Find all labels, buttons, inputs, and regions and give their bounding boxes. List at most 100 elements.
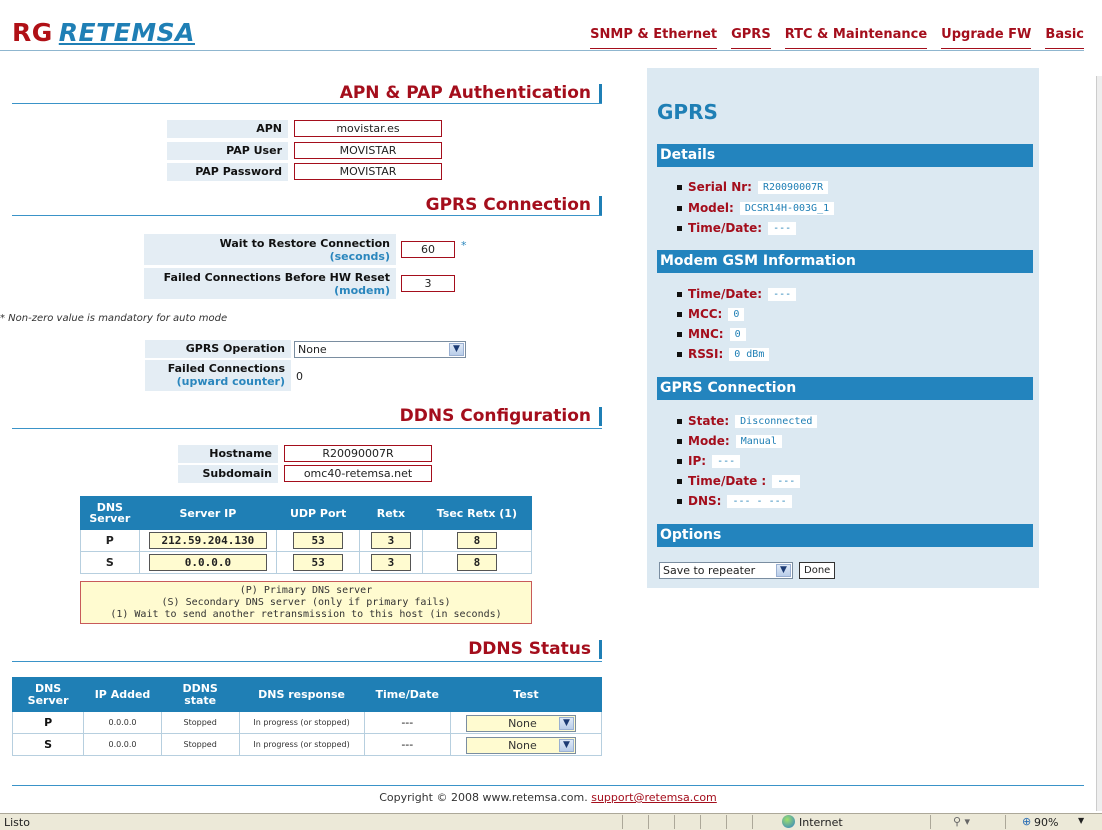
dns-server-table: DNS Server Server IP UDP Port Retx Tsec … — [80, 496, 533, 574]
modem-rssi: RSSI: 0 dBm — [677, 347, 770, 361]
bullet-icon — [677, 225, 682, 231]
status-divider — [622, 815, 623, 829]
note-primary: (P) Primary DNS server — [239, 585, 373, 596]
gprs-info-panel: GPRS Details Serial Nr: R20090007R Model:… — [647, 68, 1039, 588]
hostname-label: Hostname — [178, 445, 278, 463]
connection-bar: GPRS Connection — [657, 377, 1033, 400]
modem-time-label: Time/Date: — [688, 287, 763, 301]
browser-status-bar: Listo Internet ⚲ ▾ ⊕ 90% ▼ — [0, 813, 1102, 830]
bullet-icon — [677, 478, 682, 484]
note-secondary: (S) Secondary DNS server (only if primar… — [161, 597, 451, 608]
zoom-level[interactable]: 90% — [1034, 816, 1058, 829]
status-divider — [930, 815, 931, 829]
failed-reset-label: Failed Connections Before HW Reset (mode… — [144, 268, 396, 299]
pap-password-label: PAP Password — [167, 163, 288, 181]
nav-snmp-ethernet[interactable]: SNMP & Ethernet — [590, 27, 718, 49]
tsec-input-s[interactable]: 8 — [456, 554, 497, 571]
nav-gprs[interactable]: GPRS — [731, 27, 771, 49]
status-response-p: In progress (or stopped) — [238, 711, 365, 734]
status-text: Listo — [4, 816, 30, 829]
wait-restore-text: Wait to Restore Connection — [219, 237, 390, 250]
modem-bar: Modem GSM Information — [657, 250, 1033, 273]
chevron-down-icon: ▼ — [449, 343, 464, 356]
conn-ip: IP: --- — [677, 454, 741, 468]
time-value: --- — [768, 221, 797, 235]
mnc-label: MNC: — [688, 327, 724, 341]
serial-label: Serial Nr: — [688, 180, 752, 194]
failed-connections-text: Failed Connections — [167, 362, 285, 375]
rssi-label: RSSI: — [688, 347, 724, 361]
pap-password-input[interactable]: MOVISTAR — [294, 163, 442, 180]
status-server-p: P — [11, 711, 85, 734]
pap-user-input[interactable]: MOVISTAR — [294, 142, 442, 159]
retx-input-p[interactable]: 3 — [370, 532, 411, 549]
rssi-value: 0 dBm — [729, 347, 770, 361]
conn-mode: Mode: Manual — [677, 434, 782, 448]
page-scrollbar[interactable] — [1096, 76, 1102, 811]
support-email-link[interactable]: support@retemsa.com — [591, 791, 717, 804]
udp-port-input-p[interactable]: 53 — [293, 532, 344, 549]
status-time-p: --- — [363, 711, 451, 734]
col-ddns-state: DDNS state — [160, 677, 240, 712]
test-select-s[interactable]: None ▼ — [465, 737, 576, 754]
ddns-section-title: DDNS Configuration — [400, 407, 602, 426]
done-button[interactable]: Done — [799, 562, 836, 579]
modem-mcc: MCC: 0 — [677, 307, 745, 321]
col-dns-response: DNS response — [238, 677, 365, 712]
time-label: Time/Date: — [688, 221, 763, 235]
dns-server-s: S — [80, 551, 140, 574]
options-select[interactable]: Save to repeater ▼ — [659, 562, 793, 579]
bullet-icon — [677, 351, 682, 357]
nav-basic[interactable]: Basic — [1045, 27, 1084, 49]
bullet-icon — [677, 418, 682, 424]
detail-time: Time/Date: --- — [677, 221, 797, 235]
subdomain-input[interactable]: omc40-retemsa.net — [284, 465, 432, 482]
failed-reset-input[interactable]: 3 — [401, 275, 455, 292]
retx-input-s[interactable]: 3 — [370, 554, 411, 571]
bullet-icon — [677, 205, 682, 211]
col-tsec-retx: Tsec Retx (1) — [421, 496, 533, 530]
gprs-operation-value: None — [298, 343, 327, 356]
footer-divider — [12, 785, 1084, 786]
logo-brand: RETEMSA — [58, 18, 195, 47]
hostname-input[interactable]: R20090007R — [284, 445, 432, 462]
mcc-label: MCC: — [688, 307, 723, 321]
retemsa-logo[interactable]: RG RETEMSA — [12, 18, 195, 47]
nav-upgrade-fw[interactable]: Upgrade FW — [941, 27, 1032, 49]
test-select-p[interactable]: None ▼ — [465, 715, 576, 732]
ip-label: IP: — [688, 454, 707, 468]
apn-input[interactable]: movistar.es — [294, 120, 442, 137]
mnc-value: 0 — [729, 327, 746, 341]
server-ip-input-s[interactable]: 0.0.0.0 — [148, 554, 267, 571]
failed-reset-unit: (modem) — [334, 284, 390, 297]
dns-label: DNS: — [688, 494, 722, 508]
col-time-date: Time/Date — [363, 677, 451, 712]
ddns-status-section-header: DDNS Status — [12, 640, 602, 662]
status-divider — [1005, 815, 1006, 829]
conn-time-value: --- — [772, 474, 801, 488]
dns-value: --- - --- — [727, 494, 792, 508]
status-ip-p: 0.0.0.0 — [83, 711, 162, 734]
server-ip-input-p[interactable]: 212.59.204.130 — [148, 532, 267, 549]
state-value: Disconnected — [735, 414, 818, 428]
logo-rg: RG — [12, 18, 53, 47]
security-icon[interactable]: ⚲ ▾ — [953, 815, 970, 828]
nav-rtc-maintenance[interactable]: RTC & Maintenance — [784, 27, 928, 49]
gprs-operation-label: GPRS Operation — [145, 340, 291, 358]
mandatory-note: * Non-zero value is mandatory for auto m… — [0, 313, 228, 324]
col-server-ip: Server IP — [138, 496, 278, 530]
mandatory-mark: * — [461, 239, 467, 252]
wait-restore-input[interactable]: 60 — [401, 241, 455, 258]
zoom-dropdown-icon[interactable]: ▼ — [1078, 816, 1084, 825]
globe-icon — [782, 815, 795, 828]
chevron-down-icon: ▼ — [558, 739, 574, 752]
status-divider — [752, 815, 753, 829]
tsec-input-p[interactable]: 8 — [456, 532, 497, 549]
col-test: Test — [449, 677, 603, 712]
zoom-icon[interactable]: ⊕ — [1022, 815, 1031, 828]
mode-label: Mode: — [688, 434, 730, 448]
gprs-operation-select[interactable]: None ▼ — [294, 341, 466, 358]
options-bar: Options — [657, 524, 1033, 547]
udp-port-input-s[interactable]: 53 — [293, 554, 344, 571]
pap-user-label: PAP User — [167, 142, 288, 160]
